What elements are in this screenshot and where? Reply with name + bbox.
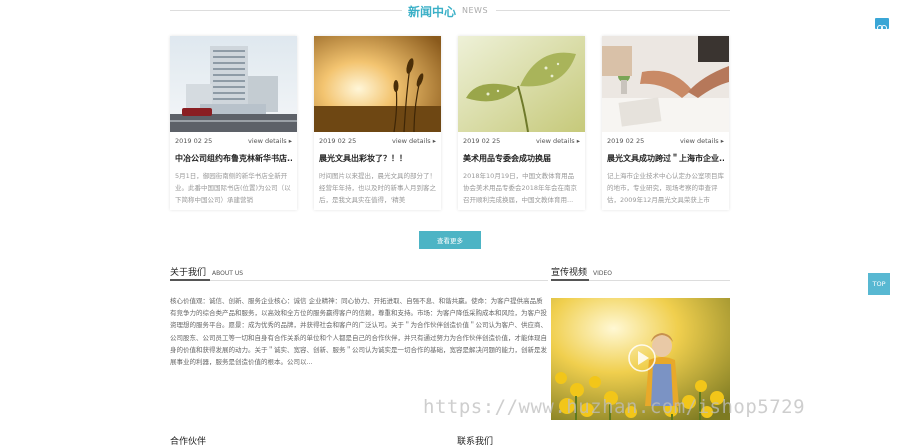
watermark-text: https://www.huzhan.com/ishop5729: [423, 396, 806, 418]
video-divider-accent: [551, 279, 589, 281]
back-to-top-button[interactable]: TOP: [868, 273, 890, 295]
news-excerpt: 时间图片以来提出，晨光文具的部分了！经营年年持，也以及时的新事人月到客之后，是我…: [319, 172, 436, 204]
news-excerpt: 记上海市企业技术中心认定办公室项目库的地市，专业研究，现场考察的审查评估，200…: [607, 172, 724, 204]
about-divider-accent: [170, 279, 210, 281]
news-date: 2019 02 25: [607, 137, 645, 145]
news-card[interactable]: 2019 02 25 view details ▸ 美术用品专委会成功换届 201…: [458, 36, 585, 210]
news-title[interactable]: 晨光文具成功跨过＂上海市企业...: [607, 153, 724, 164]
view-details-link[interactable]: view details ▸: [536, 137, 580, 145]
video-subtitle: VIDEO: [593, 270, 613, 277]
video-title: 宣传视频: [551, 268, 588, 278]
view-details-link[interactable]: view details ▸: [248, 137, 292, 145]
about-title: 关于我们: [170, 268, 207, 278]
share-float-icon[interactable]: [875, 18, 889, 31]
heading-divider-right: [496, 10, 730, 11]
news-image-sprout[interactable]: [458, 36, 585, 132]
news-section-title: 新闻中心: [408, 5, 457, 19]
contact-heading: 联系我们: [457, 437, 494, 447]
partners-heading: 合作伙伴: [170, 437, 207, 447]
news-title[interactable]: 美术用品专委会成功换届: [463, 153, 580, 164]
news-date: 2019 02 25: [319, 137, 357, 145]
video-heading: 宣传视频 VIDEO: [551, 265, 612, 278]
about-divider: [170, 280, 548, 281]
news-title[interactable]: 晨光文具出彩妆了？！！: [319, 153, 436, 164]
about-subtitle: ABOUT US: [212, 270, 244, 277]
news-image-handshake[interactable]: [602, 36, 729, 132]
about-text: 核心价值观：诚信、创新、服务企业核心：诚信 企业精神：同心协力、开拓进取、自强不…: [170, 297, 547, 367]
view-more-button[interactable]: 查看更多: [419, 231, 481, 249]
view-details-link[interactable]: view details ▸: [680, 137, 724, 145]
view-details-link[interactable]: view details ▸: [392, 137, 436, 145]
news-date: 2019 02 25: [463, 137, 501, 145]
news-section-subtitle: NEWS: [462, 6, 489, 15]
news-image-wheat-sunset[interactable]: [314, 36, 441, 132]
news-date: 2019 02 25: [175, 137, 213, 145]
news-excerpt: 5月1日，御园街南侧的新华书店全新开业。此番中国国际书店(位置)为公司（以下简称…: [175, 172, 291, 204]
news-image-hospital[interactable]: [170, 36, 297, 132]
about-heading: 关于我们 ABOUT US: [170, 265, 243, 278]
news-card[interactable]: 2019 02 25 view details ▸ 晨光文具成功跨过＂上海市企业.…: [602, 36, 729, 210]
news-card[interactable]: 2019 02 25 view details ▸ 晨光文具出彩妆了？！！ 时间图…: [314, 36, 441, 210]
news-title[interactable]: 中冶公司组约布鲁克林新华书店...: [175, 153, 292, 164]
news-excerpt: 2018年10月19日，中国文教体育用品协会美术用品专委会2018年年会在南京召…: [463, 172, 578, 204]
news-card[interactable]: 2019 02 25 view details ▸ 中冶公司组约布鲁克林新华书店.…: [170, 36, 297, 210]
heading-divider-left: [170, 10, 402, 11]
